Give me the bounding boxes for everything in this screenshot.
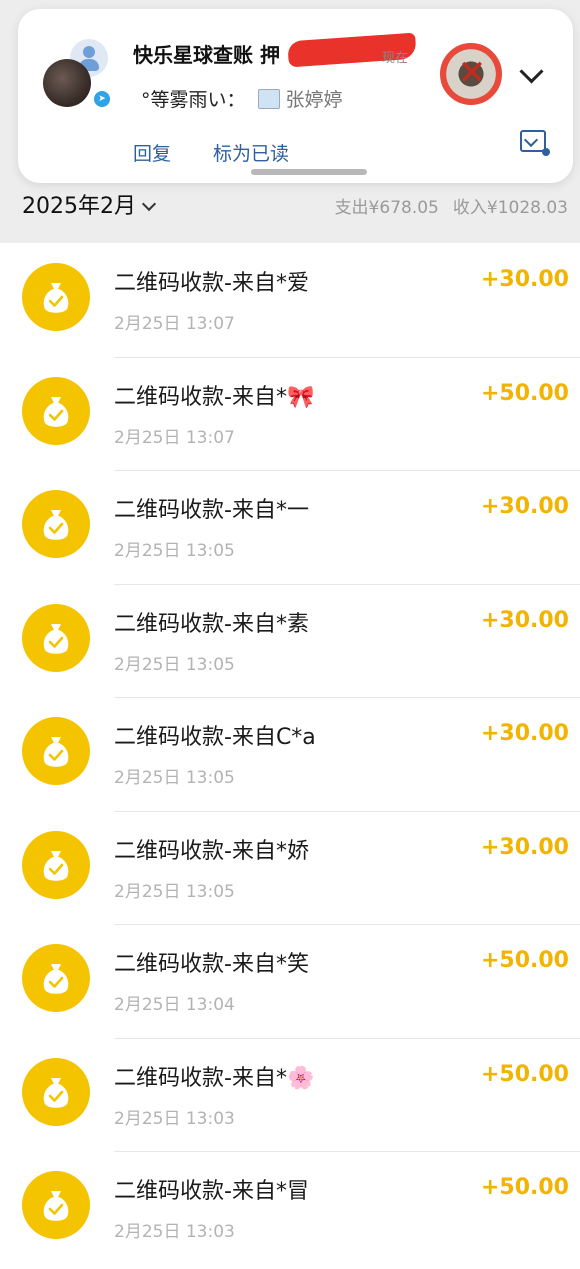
money-bag-icon xyxy=(22,944,90,1012)
transaction-amount: +30.00 xyxy=(480,721,569,746)
transaction-title: 二维码收款-来自*娇 xyxy=(114,838,309,864)
money-bag-icon xyxy=(22,717,90,785)
money-bag-icon xyxy=(22,263,90,331)
scribble-icon: ✕ xyxy=(457,53,487,93)
transaction-amount: +50.00 xyxy=(480,1061,569,1087)
transaction-title: 二维码收款-来自*一 xyxy=(114,498,309,523)
transaction-row[interactable]: 二维码收款-来自*素 2月25日 13:05 +30.00 xyxy=(0,583,580,698)
money-bag-icon xyxy=(22,1057,90,1126)
chevron-down-icon xyxy=(141,196,157,212)
month-summary: 支出¥678.05 收入¥1028.03 xyxy=(335,193,568,218)
transaction-row[interactable]: 二维码收款-来自*笑 2月25日 13:04 +50.00 xyxy=(0,924,580,1038)
transaction-row[interactable]: 二维码收款-来自*娇 2月25日 13:05 +30.00 xyxy=(0,810,580,925)
transaction-time: 2月25日 13:05 xyxy=(114,881,235,902)
transaction-time: 2月25日 13:05 xyxy=(114,768,235,788)
transaction-amount: +50.00 xyxy=(480,380,569,406)
transaction-amount: +30.00 xyxy=(480,607,569,633)
month-label: 2025年2月 xyxy=(22,194,136,219)
sender-avatar xyxy=(43,59,91,107)
transaction-title: 二维码收款-来自*笑 xyxy=(114,952,309,977)
transaction-time: 2月25日 13:04 xyxy=(114,995,235,1015)
notification-time: 现在 xyxy=(382,51,409,66)
notification-title: 快乐星球查账 押 xyxy=(133,43,280,67)
transaction-title: 二维码收款-来自*爱 xyxy=(114,271,309,296)
expense-total: 支出¥678.05 xyxy=(334,198,439,218)
money-bag-icon xyxy=(22,376,90,445)
transaction-amount: +50.00 xyxy=(480,948,569,973)
money-bag-icon xyxy=(22,603,90,672)
transaction-time: 2月25日 13:03 xyxy=(114,1108,235,1129)
month-selector[interactable]: 2025年2月 xyxy=(22,188,157,220)
money-bag-icon xyxy=(22,490,90,558)
notification-message: °等雾雨い： 张婷婷 xyxy=(141,85,343,112)
transaction-title: 二维码收款-来自C*a xyxy=(114,725,316,750)
transaction-amount: +30.00 xyxy=(480,834,569,860)
drag-handle[interactable] xyxy=(251,169,367,175)
image-icon xyxy=(257,89,280,109)
transaction-time: 2月25日 13:07 xyxy=(114,314,235,334)
transaction-amount: +50.00 xyxy=(480,1175,569,1200)
transaction-row[interactable]: 二维码收款-来自*冒 2月25日 13:03 +50.00 xyxy=(0,1151,580,1265)
transaction-time: 2月25日 13:05 xyxy=(114,654,235,675)
transaction-title: 二维码收款-来自*素 xyxy=(114,611,309,637)
transaction-time: 2月25日 13:03 xyxy=(114,1222,235,1242)
transaction-row[interactable]: 二维码收款-来自C*a 2月25日 13:05 +30.00 xyxy=(0,697,580,811)
money-bag-icon xyxy=(22,1171,90,1239)
transaction-row[interactable]: 二维码收款-来自*爱 2月25日 13:07 +30.00 xyxy=(0,243,580,357)
avatar: ➤ xyxy=(43,39,113,109)
transaction-title: 二维码收款-来自*冒 xyxy=(114,1179,309,1204)
transaction-amount: +30.00 xyxy=(480,494,569,519)
income-total: 收入¥1028.03 xyxy=(452,198,568,218)
mark-read-button[interactable]: 标为已读 xyxy=(213,139,289,166)
telegram-icon: ➤ xyxy=(92,89,112,109)
reply-button[interactable]: 回复 xyxy=(133,139,171,166)
transaction-row[interactable]: 二维码收款-来自*🎀 2月25日 13:07 +50.00 xyxy=(0,356,580,471)
transaction-title: 二维码收款-来自*🎀 xyxy=(114,384,315,410)
notification-card[interactable]: ➤ 快乐星球查账 押 现在 °等雾雨い： 张婷婷 ✕ 回复 标为已读 xyxy=(18,9,573,183)
message-text: 张婷婷 xyxy=(285,89,343,111)
expand-chevron-icon[interactable] xyxy=(519,59,544,84)
money-bag-icon xyxy=(22,830,90,899)
transaction-amount: +30.00 xyxy=(480,267,569,292)
transaction-time: 2月25日 13:05 xyxy=(114,541,235,561)
transaction-row[interactable]: 二维码收款-来自*一 2月25日 13:05 +30.00 xyxy=(0,470,580,584)
transaction-row[interactable]: 二维码收款-来自*🌸 2月25日 13:03 +50.00 xyxy=(0,1037,580,1152)
transaction-time: 2月25日 13:07 xyxy=(114,427,235,448)
open-in-app-icon[interactable] xyxy=(520,130,550,156)
transaction-title: 二维码收款-来自*🌸 xyxy=(114,1065,315,1091)
sender-name: °等雾雨い： xyxy=(141,89,246,111)
transaction-list: 二维码收款-来自*爱 2月25日 13:07 +30.00 二维码收款-来自*🎀 2月2… xyxy=(0,243,580,1265)
